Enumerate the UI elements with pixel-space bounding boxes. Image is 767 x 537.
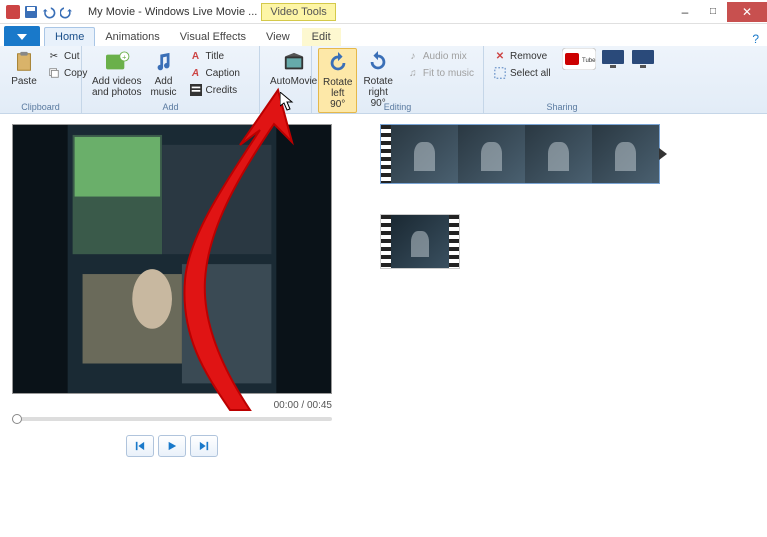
quick-access-toolbar bbox=[0, 5, 80, 19]
undo-icon[interactable] bbox=[42, 5, 56, 19]
help-icon[interactable]: ? bbox=[752, 32, 759, 46]
app-menu-button[interactable] bbox=[4, 26, 40, 46]
group-label-add: Add bbox=[82, 101, 259, 113]
clip-frame bbox=[592, 125, 659, 183]
rotate-left-icon bbox=[324, 51, 352, 75]
title-button[interactable]: A Title bbox=[186, 48, 243, 64]
audio-mix-icon: ♪ bbox=[406, 49, 420, 63]
window-title: My Movie - Windows Live Movie ... bbox=[88, 6, 257, 18]
video-tools-contextual-tab[interactable]: Video Tools bbox=[261, 3, 335, 21]
group-sharing: ✕ Remove Select all Tube bbox=[484, 46, 640, 113]
next-frame-button[interactable] bbox=[190, 435, 218, 457]
prev-frame-button[interactable] bbox=[126, 435, 154, 457]
credits-icon bbox=[189, 83, 203, 97]
add-videos-label: Add videos and photos bbox=[92, 76, 142, 98]
film-perforation-icon bbox=[381, 125, 391, 183]
clip-frame bbox=[458, 125, 525, 183]
clip-frame bbox=[391, 125, 458, 183]
seek-bar[interactable] bbox=[12, 417, 332, 421]
remove-icon: ✕ bbox=[493, 49, 507, 63]
timeline-clip[interactable] bbox=[380, 124, 660, 184]
tab-visual-effects[interactable]: Visual Effects bbox=[170, 28, 256, 46]
timeline-pane[interactable] bbox=[370, 114, 767, 537]
add-videos-button[interactable]: + Add videos and photos bbox=[88, 48, 146, 100]
window-controls: – □ ✕ bbox=[671, 2, 767, 22]
paste-icon bbox=[10, 50, 38, 74]
svg-text:Tube: Tube bbox=[582, 58, 596, 64]
time-display: 00:00 / 00:45 bbox=[12, 400, 332, 411]
automovie-icon bbox=[280, 50, 308, 74]
select-all-icon bbox=[493, 66, 507, 80]
playback-controls bbox=[12, 435, 332, 457]
redo-icon[interactable] bbox=[60, 5, 74, 19]
automovie-label: AutoMovie bbox=[270, 76, 317, 87]
workspace: 00:00 / 00:45 bbox=[0, 114, 767, 537]
tab-edit[interactable]: Edit bbox=[302, 28, 341, 46]
ribbon: Paste ✂ Cut Copy Clipboard + bbox=[0, 46, 767, 114]
play-button[interactable] bbox=[158, 435, 186, 457]
film-perforation-icon bbox=[449, 215, 459, 268]
tab-strip: Home Animations Visual Effects View Edit… bbox=[0, 24, 767, 46]
group-label-sharing: Sharing bbox=[484, 101, 640, 113]
group-clipboard: Paste ✂ Cut Copy Clipboard bbox=[0, 46, 82, 113]
fit-to-music-button[interactable]: ♫ Fit to music bbox=[403, 65, 477, 81]
tab-animations[interactable]: Animations bbox=[95, 28, 169, 46]
app-icon bbox=[6, 5, 20, 19]
tab-view[interactable]: View bbox=[256, 28, 300, 46]
seek-thumb[interactable] bbox=[12, 414, 22, 424]
preview-video[interactable] bbox=[12, 124, 332, 394]
group-add: + Add videos and photos Add music A Titl… bbox=[82, 46, 260, 113]
close-button[interactable]: ✕ bbox=[727, 2, 767, 22]
svg-text:+: + bbox=[122, 52, 126, 61]
preview-pane: 00:00 / 00:45 bbox=[0, 114, 370, 537]
youtube-share-icon[interactable]: Tube bbox=[562, 48, 596, 75]
select-all-button[interactable]: Select all bbox=[490, 65, 554, 81]
group-label-clipboard: Clipboard bbox=[0, 101, 81, 113]
paste-label: Paste bbox=[11, 76, 37, 87]
thumb-frame bbox=[391, 215, 449, 268]
clip-frame bbox=[525, 125, 592, 183]
add-music-icon bbox=[150, 50, 178, 74]
storyboard-thumb[interactable] bbox=[380, 214, 460, 269]
add-music-button[interactable]: Add music bbox=[146, 48, 182, 100]
credits-button[interactable]: Credits bbox=[186, 82, 243, 98]
copy-icon bbox=[47, 66, 61, 80]
remove-button[interactable]: ✕ Remove bbox=[490, 48, 554, 64]
rotate-right-icon bbox=[364, 50, 392, 74]
fit-to-music-icon: ♫ bbox=[406, 66, 420, 80]
add-music-label: Add music bbox=[150, 76, 176, 98]
group-label-editing: Editing bbox=[312, 101, 483, 113]
titlebar: My Movie - Windows Live Movie ... Video … bbox=[0, 0, 767, 24]
group-automovie: AutoMovie bbox=[260, 46, 312, 113]
title-icon: A bbox=[189, 49, 203, 63]
add-videos-icon: + bbox=[103, 50, 131, 74]
caption-button[interactable]: A Caption bbox=[186, 65, 243, 81]
group-editing: Rotate left 90° Rotate right 90° ♪ Audio… bbox=[312, 46, 484, 113]
minimize-button[interactable]: – bbox=[671, 2, 699, 22]
film-perforation-icon bbox=[381, 215, 391, 268]
save-icon[interactable] bbox=[24, 5, 38, 19]
audio-mix-button[interactable]: ♪ Audio mix bbox=[403, 48, 477, 64]
maximize-button[interactable]: □ bbox=[699, 2, 727, 22]
monitor-share-icon[interactable] bbox=[600, 48, 626, 75]
paste-button[interactable]: Paste bbox=[6, 48, 42, 89]
caption-icon: A bbox=[189, 66, 203, 80]
monitor2-share-icon[interactable] bbox=[630, 48, 656, 75]
tab-home[interactable]: Home bbox=[44, 27, 95, 46]
cut-icon: ✂ bbox=[47, 49, 61, 63]
